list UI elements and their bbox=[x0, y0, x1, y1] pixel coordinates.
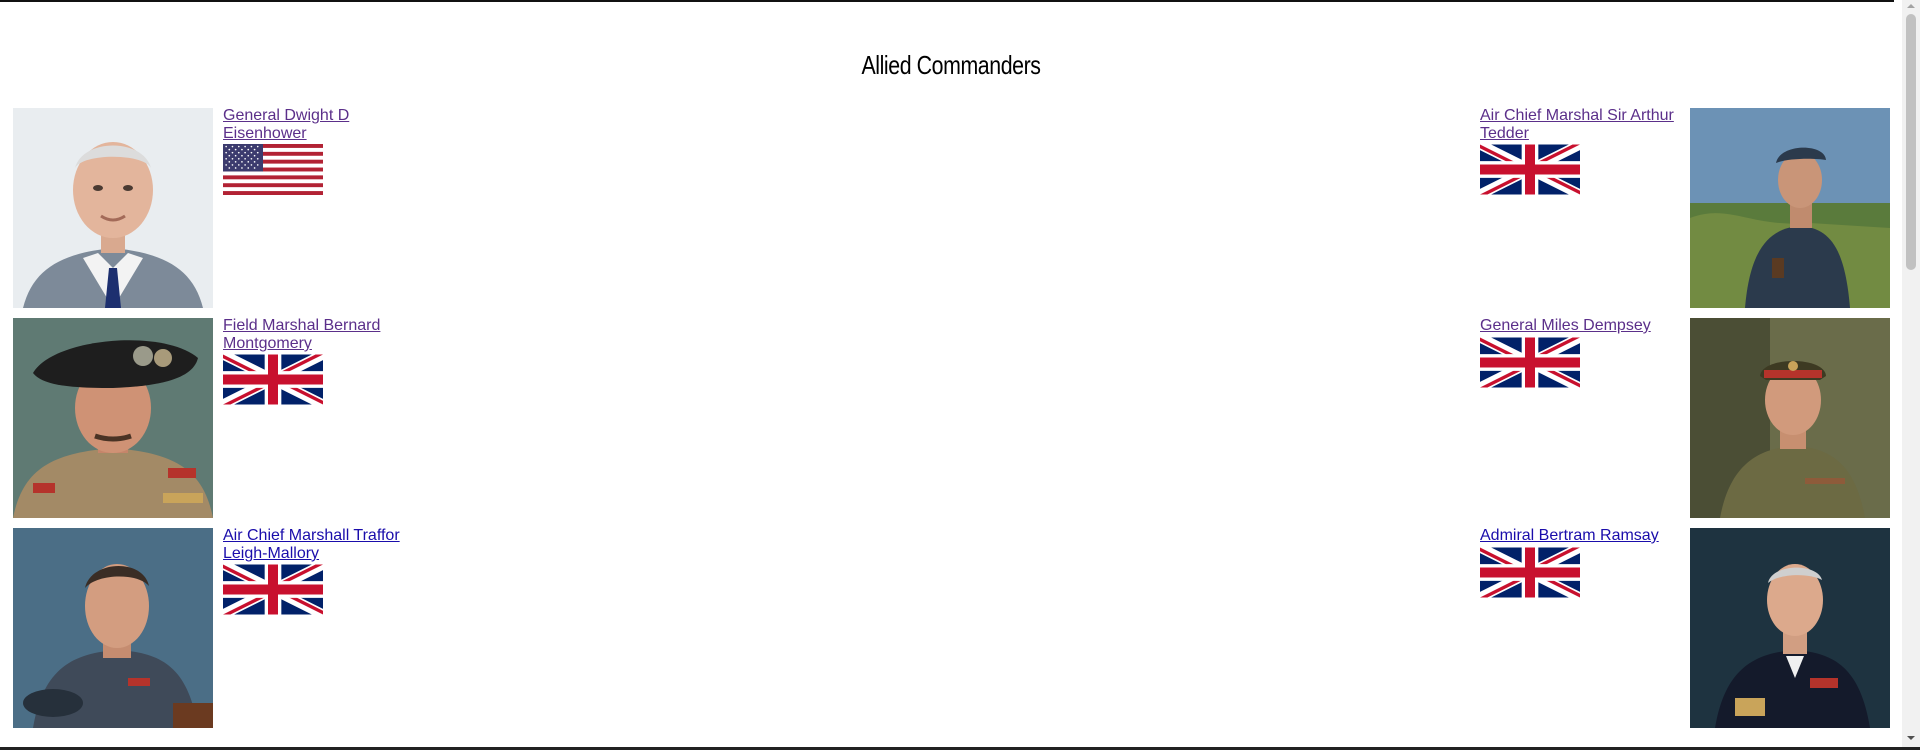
uk-flag bbox=[223, 564, 323, 615]
usa-flag bbox=[223, 144, 323, 195]
commander-portrait-leigh-mallory bbox=[13, 528, 213, 728]
commander-portrait-montgomery bbox=[13, 318, 213, 518]
commander-link-ramsay[interactable]: Admiral Bertram Ramsay bbox=[1480, 527, 1680, 545]
page-title: Allied Commanders bbox=[861, 50, 1041, 80]
commander-portrait-dempsey bbox=[1690, 318, 1890, 518]
commander-link-dempsey[interactable]: General Miles Dempsey bbox=[1480, 317, 1680, 335]
commander-link-montgomery[interactable]: Field Marshal Bernard Montgomery bbox=[223, 317, 423, 353]
scroll-up-arrow-icon[interactable] bbox=[1907, 4, 1915, 8]
commander-portrait-eisenhower bbox=[13, 108, 213, 308]
scroll-down-arrow-icon[interactable] bbox=[1907, 736, 1915, 740]
uk-flag bbox=[1480, 547, 1580, 598]
uk-flag bbox=[1480, 337, 1580, 388]
scroll-thumb[interactable] bbox=[1906, 14, 1916, 270]
top-border bbox=[0, 0, 1894, 2]
uk-flag bbox=[1480, 144, 1580, 195]
vertical-scrollbar[interactable] bbox=[1902, 0, 1920, 747]
commander-link-tedder[interactable]: Air Chief Marshal Sir Arthur Tedder bbox=[1480, 107, 1680, 143]
uk-flag bbox=[223, 354, 323, 405]
commander-link-leigh-mallory[interactable]: Air Chief Marshall Traffor Leigh-Mallory bbox=[223, 527, 423, 563]
commander-portrait-ramsay bbox=[1690, 528, 1890, 728]
commander-portrait-tedder bbox=[1690, 108, 1890, 308]
commander-link-eisenhower[interactable]: General Dwight D Eisenhower bbox=[223, 107, 423, 143]
